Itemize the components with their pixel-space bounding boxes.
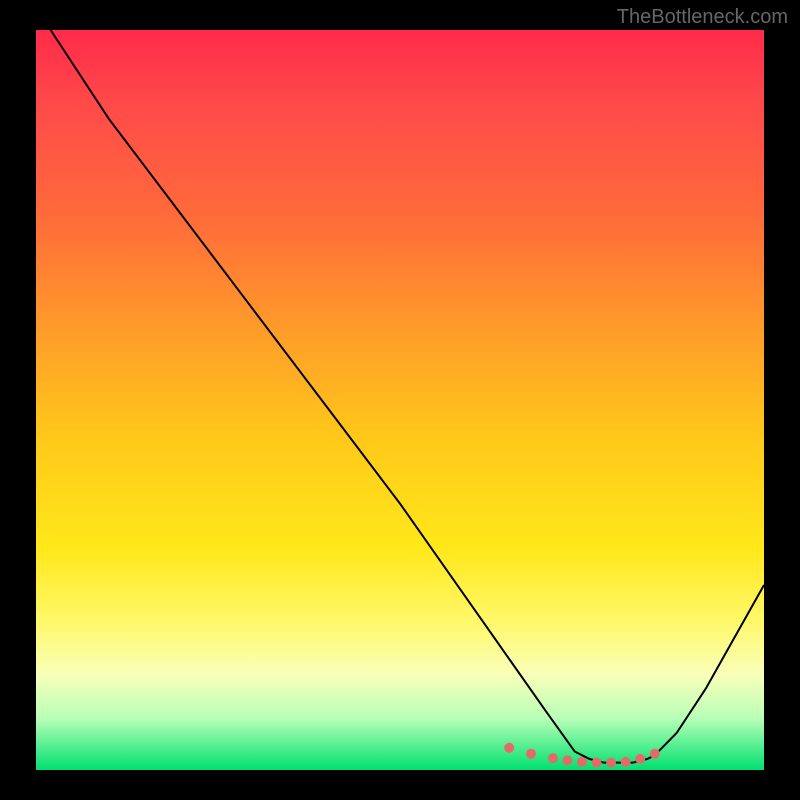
watermark-text: TheBottleneck.com [617, 6, 788, 29]
marker-dot [526, 749, 536, 759]
marker-dot [606, 758, 616, 768]
marker-dot [504, 743, 514, 753]
chart-svg [36, 30, 764, 770]
marker-dot [621, 757, 631, 767]
marker-dot [650, 749, 660, 759]
marker-dot [562, 755, 572, 765]
marker-dot [548, 753, 558, 763]
plot-area [36, 30, 764, 770]
bottleneck-curve [51, 30, 764, 763]
marker-dot [635, 754, 645, 764]
marker-dot [592, 758, 602, 768]
marker-dot [577, 757, 587, 767]
